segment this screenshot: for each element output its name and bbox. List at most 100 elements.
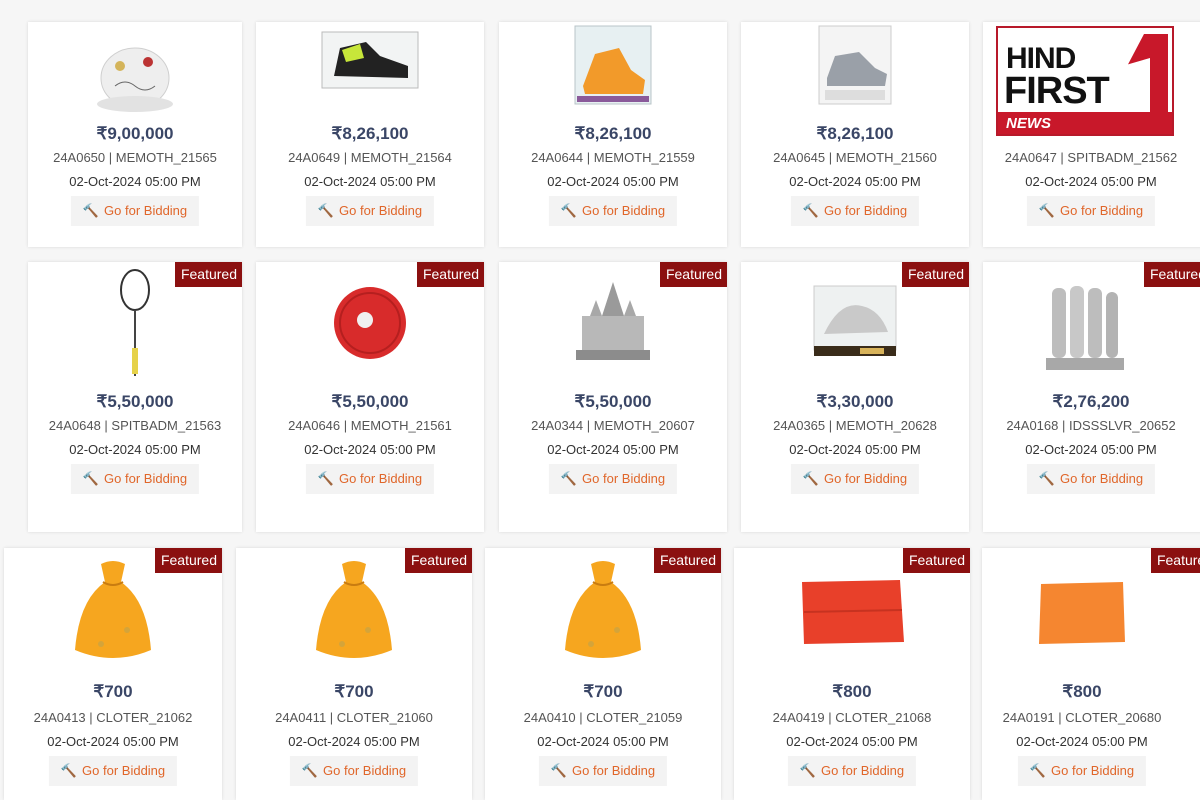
- gavel-icon: 🔨: [560, 203, 578, 218]
- end-date: 02-Oct-2024 05:00 PM: [786, 734, 918, 749]
- end-date: 02-Oct-2024 05:00 PM: [1025, 442, 1157, 457]
- cap-image: [97, 47, 173, 112]
- price: ₹700: [93, 682, 133, 701]
- product-card[interactable]: Featured ₹700 24A0411 | CLOTER_21060 02-…: [236, 548, 472, 800]
- go-for-bidding-button[interactable]: 🔨 Go for Bidding: [548, 464, 678, 494]
- gavel-icon: 🔨: [560, 471, 578, 486]
- gavel-icon: 🔨: [1029, 763, 1047, 778]
- lot-code: 24A0413 | CLOTER_21062: [33, 710, 193, 725]
- end-date: 02-Oct-2024 05:00 PM: [547, 174, 679, 189]
- gavel-icon: 🔨: [82, 203, 100, 218]
- spikes-shoe-image: [321, 31, 419, 89]
- lot-code: 24A0647 | SPITBADM_21562: [1004, 150, 1178, 165]
- lot-code: 24A0644 | MEMOTH_21559: [531, 150, 695, 165]
- featured-badge: Featured: [902, 548, 970, 573]
- go-for-bidding-button[interactable]: 🔨 Go for Bidding: [70, 464, 200, 494]
- product-card[interactable]: Featured ₹800 24A0191 | CLOTER_20680 02-…: [982, 548, 1200, 800]
- end-date: 02-Oct-2024 05:00 PM: [789, 174, 921, 189]
- end-date: 02-Oct-2024 05:00 PM: [288, 734, 420, 749]
- featured-badge: Featured: [416, 262, 484, 287]
- featured-badge: Featured: [154, 548, 222, 573]
- go-for-bidding-button[interactable]: 🔨 Go for Bidding: [289, 756, 419, 786]
- product-card[interactable]: ₹8,26,100 24A0645 | MEMOTH_21560 02-Oct-…: [741, 22, 969, 247]
- badminton-racket-image: [120, 269, 150, 376]
- go-for-bidding-button[interactable]: 🔨 Go for Bidding: [790, 464, 920, 494]
- lot-code: 24A0191 | CLOTER_20680: [1002, 710, 1162, 725]
- lot-code: 24A0649 | MEMOTH_21564: [288, 150, 452, 165]
- orange-cloth-image: [1039, 582, 1125, 644]
- gavel-icon: 🔨: [317, 203, 335, 218]
- featured-badge: Featured: [653, 548, 721, 573]
- go-for-bidding-button[interactable]: 🔨 Go for Bidding: [548, 196, 678, 226]
- product-card[interactable]: Featured ₹800 24A0419 | CLOTER_21068 02-…: [734, 548, 970, 800]
- gavel-icon: 🔨: [1038, 471, 1056, 486]
- orange-pouch-image: [565, 561, 641, 658]
- end-date: 02-Oct-2024 05:00 PM: [304, 442, 436, 457]
- product-card[interactable]: Featured ₹3,30,000 24A0365 | MEMOTH_2062…: [741, 262, 969, 532]
- product-card[interactable]: Featured ₹700 24A0413 | CLOTER_21062 02-…: [4, 548, 222, 800]
- product-card[interactable]: Featured ₹700 24A0410 | CLOTER_21059 02-…: [485, 548, 721, 800]
- lot-code: 24A0365 | MEMOTH_20628: [773, 418, 937, 433]
- gavel-icon: 🔨: [799, 763, 817, 778]
- featured-badge: Featured: [174, 262, 242, 287]
- product-card[interactable]: Featured ₹5,50,000 24A0648 | SPITBADM_21…: [28, 262, 242, 532]
- featured-badge: Featured: [1143, 262, 1200, 287]
- featured-badge: Featured: [659, 262, 727, 287]
- end-date: 02-Oct-2024 05:00 PM: [547, 442, 679, 457]
- product-card[interactable]: Featured ₹2,76,200 24A0168 | IDSSSLVR_20…: [983, 262, 1200, 532]
- hindfirst-news-logo: HIND FIRST NEWS: [996, 26, 1174, 136]
- gavel-icon: 🔨: [550, 763, 568, 778]
- go-for-bidding-button[interactable]: 🔨 Go for Bidding: [1017, 756, 1147, 786]
- lot-code: 24A0344 | MEMOTH_20607: [531, 418, 695, 433]
- featured-badge: Featured: [1150, 548, 1200, 573]
- price: ₹8,26,100: [331, 124, 409, 143]
- product-card[interactable]: ₹8,26,100 24A0649 | MEMOTH_21564 02-Oct-…: [256, 22, 484, 247]
- gavel-icon: 🔨: [301, 763, 319, 778]
- go-for-bidding-button[interactable]: 🔨 Go for Bidding: [787, 756, 917, 786]
- gavel-icon: 🔨: [82, 471, 100, 486]
- price: ₹9,00,000: [96, 124, 174, 143]
- go-for-bidding-button[interactable]: 🔨 Go for Bidding: [790, 196, 920, 226]
- end-date: 02-Oct-2024 05:00 PM: [1016, 734, 1148, 749]
- grey-shoe-image: [818, 25, 892, 105]
- lot-code: 24A0419 | CLOTER_21068: [772, 710, 932, 725]
- featured-badge: Featured: [404, 548, 472, 573]
- lot-code: 24A0411 | CLOTER_21060: [275, 710, 433, 725]
- go-for-bidding-button[interactable]: 🔨 Go for Bidding: [305, 464, 435, 494]
- end-date: 02-Oct-2024 05:00 PM: [789, 442, 921, 457]
- discus-image: [334, 287, 406, 359]
- go-for-bidding-button[interactable]: 🔨 Go for Bidding: [48, 756, 178, 786]
- product-card[interactable]: ₹9,00,000 24A0650 | MEMOTH_21565 02-Oct-…: [28, 22, 242, 247]
- orange-shoe-image: [574, 25, 652, 105]
- price: ₹800: [1062, 682, 1102, 701]
- price: ₹2,76,200: [1052, 392, 1130, 411]
- end-date: 02-Oct-2024 05:00 PM: [537, 734, 669, 749]
- product-card[interactable]: ₹8,26,100 24A0644 | MEMOTH_21559 02-Oct-…: [499, 22, 727, 247]
- price: ₹800: [832, 682, 872, 701]
- price: ₹8,26,100: [816, 124, 894, 143]
- price: ₹700: [334, 682, 374, 701]
- lot-code: 24A0650 | MEMOTH_21565: [53, 150, 217, 165]
- end-date: 02-Oct-2024 05:00 PM: [304, 174, 436, 189]
- go-for-bidding-button[interactable]: 🔨 Go for Bidding: [70, 196, 200, 226]
- price: ₹3,30,000: [816, 392, 894, 411]
- product-card[interactable]: Featured ₹5,50,000 24A0646 | MEMOTH_2156…: [256, 262, 484, 532]
- gavel-icon: 🔨: [802, 471, 820, 486]
- orange-pouch-image: [75, 561, 151, 658]
- lot-code: 24A0168 | IDSSSLVR_20652: [1006, 418, 1176, 433]
- product-card[interactable]: Featured ₹5,50,000 24A0344 | MEMOTH_2060…: [499, 262, 727, 532]
- go-for-bidding-button[interactable]: 🔨 Go for Bidding: [538, 756, 668, 786]
- price: ₹8,26,100: [574, 124, 652, 143]
- logo-mark-icon: [1128, 34, 1168, 114]
- orange-pouch-image: [316, 561, 392, 658]
- go-for-bidding-button[interactable]: 🔨 Go for Bidding: [1026, 464, 1156, 494]
- price: ₹5,50,000: [331, 392, 409, 411]
- gavel-icon: 🔨: [802, 203, 820, 218]
- temple-model-image: [576, 282, 650, 360]
- go-for-bidding-button[interactable]: 🔨 Go for Bidding: [305, 196, 435, 226]
- auction-grid: ₹9,00,000 24A0650 | MEMOTH_21565 02-Oct-…: [0, 0, 1200, 800]
- end-date: 02-Oct-2024 05:00 PM: [69, 442, 201, 457]
- go-for-bidding-button[interactable]: 🔨 Go for Bidding: [1026, 196, 1156, 226]
- lot-code: 24A0646 | MEMOTH_21561: [288, 418, 452, 433]
- logo-line-3: NEWS: [1006, 115, 1051, 132]
